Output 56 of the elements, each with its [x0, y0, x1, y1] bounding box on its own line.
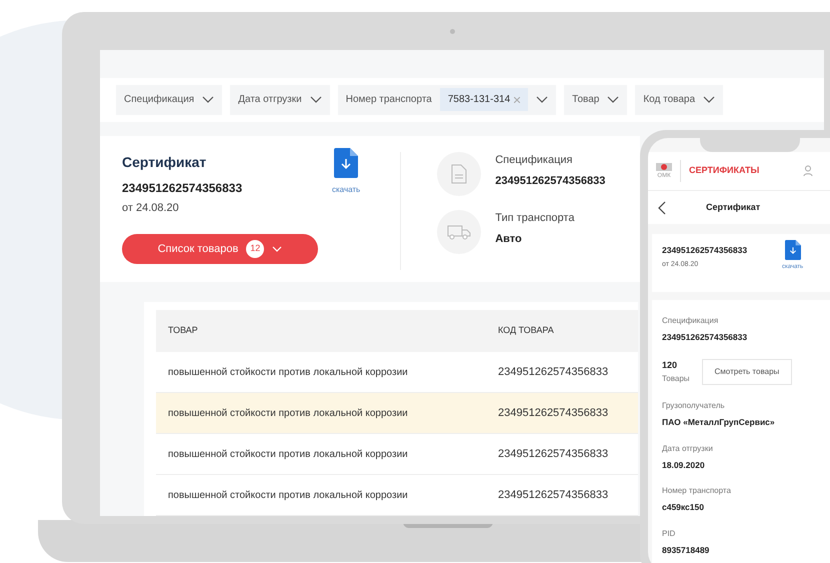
laptop-camera: [450, 29, 455, 34]
table-cell-text: повышенной стойкости против локальной коррозии: [168, 488, 409, 502]
certificate-title: Сертификат: [122, 152, 208, 172]
column-header: ТОВАР: [168, 324, 199, 338]
detail-label: Спецификация: [495, 152, 574, 168]
certificate-number: 234951262574356833: [122, 180, 244, 196]
logo-icon: [656, 162, 672, 172]
view-products-button[interactable]: Смотреть товары: [702, 358, 792, 385]
download-file-icon[interactable]: [784, 240, 801, 260]
field-label: Грузополучатель: [662, 400, 726, 412]
column-header: КОД ТОВАРА: [498, 324, 554, 338]
table-cell-text: повышенной стойкости против локальной коррозии: [168, 366, 409, 380]
count-badge: 12: [246, 240, 264, 258]
table-cell-text: 234951262574356833: [498, 446, 608, 462]
detail-label: Тип транспорта: [495, 210, 574, 226]
field-label: Товары: [662, 372, 690, 384]
table-cell-text: 234951262574356833: [498, 364, 608, 380]
field-value: ПАО «МеталлГрупСервис»: [662, 416, 776, 428]
field-label: Спецификация: [662, 315, 720, 327]
filter-dropdown[interactable]: Товар: [564, 84, 628, 115]
product-list-button[interactable]: Список товаров 12: [122, 234, 318, 264]
detail-value: 234951262574356833: [495, 174, 606, 189]
certificate-number: 234951262574356833: [662, 244, 748, 257]
field-value: 18.09.2020: [662, 458, 706, 472]
filter-dropdown[interactable]: Дата отгрузки: [230, 84, 330, 115]
chevron-down-icon: [272, 246, 282, 252]
download-file-icon[interactable]: [334, 148, 358, 178]
download-link[interactable]: скачать: [332, 184, 360, 196]
chevron-down-icon: [703, 96, 716, 104]
table-cell-text: 234951262574356833: [498, 406, 608, 421]
filter-dropdown[interactable]: Код товара: [635, 84, 724, 115]
field-label: Дата отгрузки: [662, 442, 714, 454]
product-count: 120: [662, 359, 678, 372]
certificate-date: от 24.08.20: [122, 200, 180, 216]
detail-value: Авто: [495, 232, 523, 247]
field-label: PID: [662, 528, 676, 540]
table-cell-text: повышенной стойкости против локальной коррозии: [168, 448, 409, 462]
field-value: 234951262574356833: [662, 331, 748, 344]
chevron-down-icon: [607, 96, 620, 104]
field-value: с459кс150: [662, 501, 705, 514]
chevron-down-icon: [310, 96, 322, 104]
screen-title: Сертификат: [706, 200, 760, 214]
truck-icon: [447, 224, 472, 240]
back-icon[interactable]: [658, 200, 666, 214]
table-cell-text: повышенной стойкости против локальной коррозии: [168, 406, 409, 420]
field-label: Номер транспорта: [662, 485, 732, 498]
table-row[interactable]: повышенной стойкости против локальной коррозии 234951262574356833: [156, 393, 638, 434]
app-title: СЕРТИФИКАТЫ: [689, 164, 760, 178]
field-value: 8935718489: [662, 544, 710, 557]
table-cell-text: 234951262574356833: [498, 488, 608, 503]
filter-dropdown[interactable]: Спецификация: [116, 84, 222, 115]
filter-dropdown[interactable]: Номер транспорта 7583-131-314: [338, 84, 556, 115]
chevron-down-icon: [202, 96, 214, 104]
chevron-down-icon: [536, 96, 548, 104]
filter-chip[interactable]: 7583-131-314: [440, 88, 528, 112]
document-icon: [451, 164, 468, 184]
